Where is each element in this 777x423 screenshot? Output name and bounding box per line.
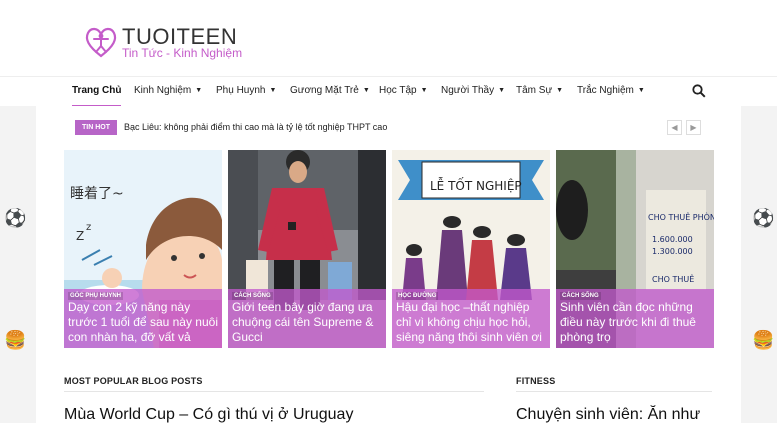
nav-item-hoc-tap[interactable]: Học Tập ▼ xyxy=(379,77,428,107)
featured-card[interactable]: LỄ TỐT NGHIỆP HỌC ĐƯỜNG Hậu đại học –thấ… xyxy=(392,150,550,348)
chevron-left-icon: ◀ xyxy=(671,123,678,132)
nav-item-label: Người Thầy xyxy=(441,85,495,96)
burger-icon: 🍔 xyxy=(752,330,775,351)
popular-section-label: MOST POPULAR BLOG POSTS xyxy=(64,376,203,386)
featured-card[interactable]: CHO THUÊ PHÒNG 1.600.000 1.300.000 CHO T… xyxy=(556,150,714,348)
chevron-down-icon: ▼ xyxy=(637,87,645,94)
svg-text:1.300.000: 1.300.000 xyxy=(652,247,693,256)
chevron-down-icon: ▼ xyxy=(362,87,370,94)
svg-text:1.600.000: 1.600.000 xyxy=(652,235,693,244)
nav-item-label: Học Tập xyxy=(379,85,417,96)
nav-item-label: Gương Mặt Trẻ xyxy=(290,85,359,96)
section-divider xyxy=(64,391,484,392)
popular-post-title[interactable]: Mùa World Cup – Có gì thú vị ở Uruguay xyxy=(64,406,353,423)
section-divider xyxy=(516,391,712,392)
site-header: TUOITEEN Tin Tức - Kinh Nghiệm Trang Chủ… xyxy=(0,0,777,107)
nav-item-phu-huynh[interactable]: Phụ Huynh ▼ xyxy=(216,77,276,107)
nav-item-label: Tâm Sự xyxy=(516,85,553,96)
card-title[interactable]: Dạy con 2 kỹ năng này trước 1 tuổi để sa… xyxy=(68,300,218,346)
ticker-next-button[interactable]: ▶ xyxy=(686,120,701,135)
nav-item-label: Trang Chủ xyxy=(72,85,122,96)
nav-item-label: Trắc Nghiệm xyxy=(577,85,634,96)
chevron-down-icon: ▼ xyxy=(269,87,277,94)
burger-icon: 🍔 xyxy=(4,330,27,351)
chevron-down-icon: ▼ xyxy=(556,87,564,94)
nav-item-trac-nghiem[interactable]: Trắc Nghiệm ▼ xyxy=(577,77,645,107)
featured-card[interactable]: 睡着了~ Z z GÓC PHỤ HUYNH Dạy con 2 kỹ năng… xyxy=(64,150,222,348)
card-title[interactable]: Sinh viên cần đọc những điều này trước k… xyxy=(560,300,710,346)
image-sign-text: CHO THUÊ xyxy=(652,273,694,284)
chevron-right-icon: ▶ xyxy=(690,123,697,132)
ticker-prev-button[interactable]: ◀ xyxy=(667,120,682,135)
image-sign-text: 睡着了~ xyxy=(70,186,124,202)
search-icon[interactable] xyxy=(692,84,706,98)
news-ticker: TIN HOT Bạc Liêu: không phải điểm thi ca… xyxy=(36,119,741,137)
banner-text: LỄ TỐT NGHIỆP xyxy=(430,177,522,193)
hot-badge: TIN HOT xyxy=(75,120,117,135)
chevron-down-icon: ▼ xyxy=(498,87,506,94)
svg-text:Z: Z xyxy=(76,229,84,243)
card-category[interactable]: CÁCH SỐNG xyxy=(232,292,273,300)
ball-icon: ⚽ xyxy=(4,208,27,229)
heart-logo-icon xyxy=(85,27,117,58)
card-category[interactable]: HỌC ĐƯỜNG xyxy=(396,292,439,300)
card-category[interactable]: CÁCH SỐNG xyxy=(560,292,601,300)
nav-item-nguoi-thay[interactable]: Người Thầy ▼ xyxy=(441,77,505,107)
card-category[interactable]: GÓC PHỤ HUYNH xyxy=(68,292,124,300)
nav-item-kinh-nghiem[interactable]: Kinh Nghiệm ▼ xyxy=(134,77,202,107)
card-title[interactable]: Giới teen bây giờ đang ưa chuộng cái tên… xyxy=(232,300,382,346)
main-content: TIN HOT Bạc Liêu: không phải điểm thi ca… xyxy=(36,106,741,423)
ball-icon: ⚽ xyxy=(752,208,775,229)
nav-item-label: Kinh Nghiệm xyxy=(134,85,192,96)
main-nav: Trang Chủ Kinh Nghiệm ▼ Phụ Huynh ▼ Gương … xyxy=(0,76,777,107)
chevron-down-icon: ▼ xyxy=(420,87,428,94)
ticker-headline[interactable]: Bạc Liêu: không phải điểm thi cao mà là … xyxy=(124,122,387,132)
nav-item-tam-su[interactable]: Tâm Sự ▼ xyxy=(516,77,563,107)
fitness-section-label: FITNESS xyxy=(516,376,556,386)
fitness-post-title[interactable]: Chuyện sinh viên: Ăn như xyxy=(516,406,700,423)
logo-subtitle: Tin Tức - Kinh Nghiệm xyxy=(122,46,243,60)
nav-item-guong-mat-tre[interactable]: Gương Mặt Trẻ ▼ xyxy=(290,77,370,107)
featured-card[interactable]: CÁCH SỐNG Giới teen bây giờ đang ưa chuộ… xyxy=(228,150,386,348)
svg-text:z: z xyxy=(86,222,91,233)
nav-item-trang-chu[interactable]: Trang Chủ xyxy=(72,77,122,107)
chevron-down-icon: ▼ xyxy=(195,87,203,94)
nav-item-label: Phụ Huynh xyxy=(216,85,266,96)
card-title[interactable]: Hậu đại học –thất nghiệp chỉ vì không ch… xyxy=(396,300,546,346)
image-sign-text: CHO THUÊ PHÒNG xyxy=(648,211,714,222)
